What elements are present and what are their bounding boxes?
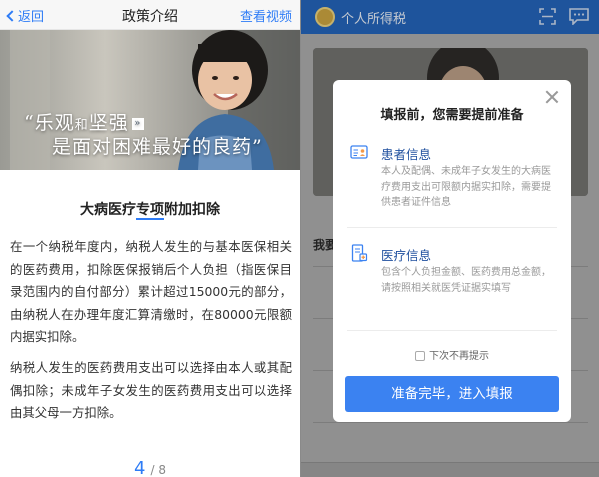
tax-app-screen: 个人所得税 我要 填报前，您需要提前准备 患者信息 本人及配偶、未成年子女发生的…	[300, 0, 599, 477]
banner-quote-line2: 是面对困难最好的良药”	[52, 136, 263, 158]
modal-divider	[347, 330, 557, 331]
close-icon[interactable]	[545, 90, 559, 104]
page-indicator: 4 / 8	[0, 458, 300, 477]
item-desc-patient: 本人及配偶、未成年子女发生的大病医疗费用支出可限额内据实扣除，需要提供患者证件信…	[381, 166, 551, 208]
total-pages: / 8	[150, 463, 167, 477]
view-video-link[interactable]: 查看视频	[240, 6, 292, 25]
modal-title: 填报前，您需要提前准备	[380, 108, 524, 123]
item-title-patient: 患者信息	[381, 147, 432, 162]
dont-show-again-label: 下次不再提示	[429, 351, 489, 362]
title-underline	[136, 218, 164, 220]
prep-modal: 填报前，您需要提前准备 患者信息 本人及配偶、未成年子女发生的大病医疗费用支出可…	[333, 80, 571, 422]
item-title-medical: 医疗信息	[381, 248, 432, 263]
policy-paragraph-2: 纳税人发生的医药费用支出可以选择由本人或其配偶扣除；未成年子女发生的医药费用支出…	[10, 360, 292, 420]
dont-show-again-checkbox[interactable]	[415, 351, 425, 361]
modal-divider	[347, 227, 557, 228]
medical-document-icon	[351, 244, 368, 262]
banner-quote-line1: “乐观和坚强»	[24, 108, 144, 135]
nav-bar: 返回 政策介绍 查看视频	[0, 0, 300, 30]
arrow-icon: »	[131, 118, 144, 130]
policy-paragraph-1: 在一个纳税年度内，纳税人发生的与基本医保相关的医药费用，扣除医保报销后个人负担（…	[10, 239, 292, 344]
patient-card-icon	[350, 145, 368, 159]
item-desc-medical: 包含个人负担金额、医药费用总金额，请按照相关就医凭证据实填写	[381, 267, 551, 294]
dont-show-again[interactable]: 下次不再提示	[333, 347, 571, 362]
current-page: 4	[133, 458, 146, 477]
confirm-button[interactable]: 准备完毕，进入填报	[345, 376, 559, 412]
banner-image: “乐观和坚强» 是面对困难最好的良药”	[0, 30, 300, 170]
policy-intro-screen: 返回 政策介绍 查看视频 “乐观和坚强 » 是面对困难最好的良药” 大病医疗专项…	[0, 0, 300, 477]
section-title: 大病医疗专项附加扣除	[80, 202, 220, 218]
